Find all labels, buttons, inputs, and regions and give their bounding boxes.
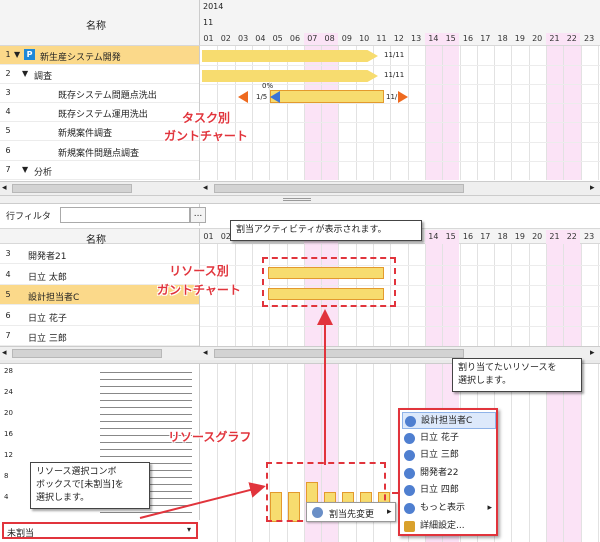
- menu-item-more[interactable]: もっと表示 ▸: [402, 500, 496, 517]
- menu-item-label: 日立 花子: [420, 432, 459, 443]
- menu-item-settings[interactable]: 詳細設定...: [402, 518, 496, 535]
- menu-item-label: 日立 四郎: [420, 485, 459, 496]
- menu-item-label: もっと表示: [420, 503, 466, 513]
- user-icon: [312, 507, 323, 518]
- user-icon: [404, 467, 415, 479]
- menu-item-developer-22[interactable]: 開発者22: [402, 465, 496, 482]
- settings-icon: [404, 520, 415, 532]
- annotation-arrows: [139, 309, 402, 519]
- user-icon: [404, 503, 415, 514]
- user-icon: [404, 450, 415, 462]
- user-icon: [404, 485, 415, 497]
- menu-item-hitachi-shiro[interactable]: 日立 四郎: [402, 482, 496, 499]
- chevron-right-icon: ▸: [487, 503, 492, 513]
- menu-item-label: 開発者22: [420, 467, 459, 478]
- reassign-label: 割当先変更: [329, 510, 375, 520]
- menu-item-hitachi-hanako[interactable]: 日立 花子: [402, 430, 496, 447]
- resource-dropdown-menu: 設計担当者C 日立 花子日立 三郎開発者22 日立 四郎もっと表示 ▸ 詳細設定...: [398, 408, 498, 536]
- menu-item-label: 詳細設定...: [420, 520, 465, 531]
- arrow-from-combo: [139, 482, 266, 519]
- menu-item-label: 日立 三郎: [420, 450, 459, 461]
- reassign-button[interactable]: 割当先変更 ▸: [306, 502, 396, 522]
- menu-item-designer-c[interactable]: 設計担当者C: [402, 412, 496, 429]
- menu-item-hitachi-saburo[interactable]: 日立 三郎: [402, 447, 496, 464]
- user-icon: [404, 432, 415, 444]
- menu-item-label: 設計担当者C: [421, 416, 473, 426]
- user-icon: [405, 416, 416, 427]
- chevron-right-icon: ▸: [387, 507, 392, 517]
